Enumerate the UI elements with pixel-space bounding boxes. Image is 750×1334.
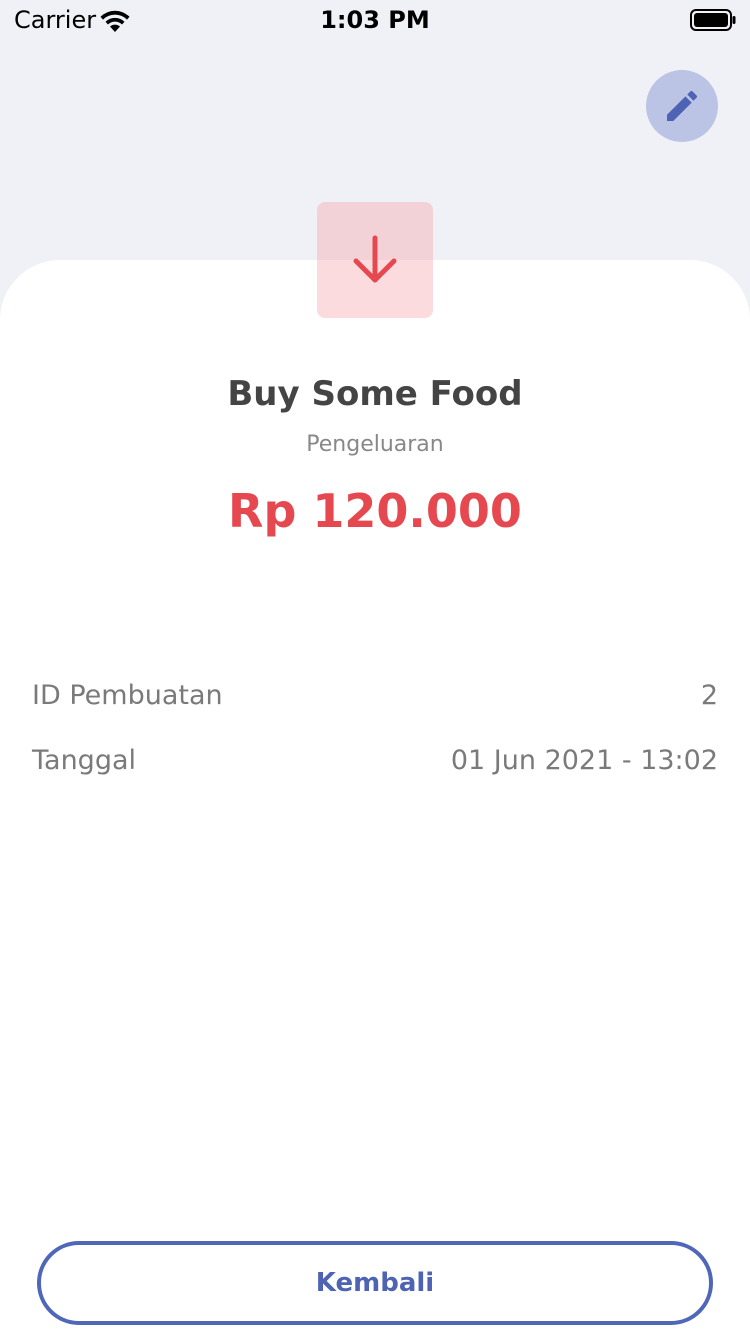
arrow-down-icon [353,235,397,283]
back-button-label: Kembali [315,1268,435,1298]
transaction-title: Buy Some Food [227,374,523,414]
detail-card [0,260,750,1334]
status-bar: Carrier 1:03 PM [0,0,750,40]
detail-row-date: Tanggal 01 Jun 2021 - 13:02 [32,745,718,776]
status-time: 1:03 PM [320,6,430,34]
detail-value: 2 [700,680,718,711]
pencil-icon [667,90,698,121]
detail-row-id: ID Pembuatan 2 [32,680,718,711]
detail-label: Tanggal [32,745,137,776]
back-button[interactable]: Kembali [37,1241,713,1325]
transaction-category: Pengeluaran [306,432,444,457]
transaction-amount: Rp 120.000 [228,484,522,538]
transaction-type-tile [317,202,433,318]
battery-icon [690,9,736,31]
detail-label: ID Pembuatan [32,680,223,711]
detail-value: 01 Jun 2021 - 13:02 [450,745,718,776]
edit-button[interactable] [646,70,718,142]
